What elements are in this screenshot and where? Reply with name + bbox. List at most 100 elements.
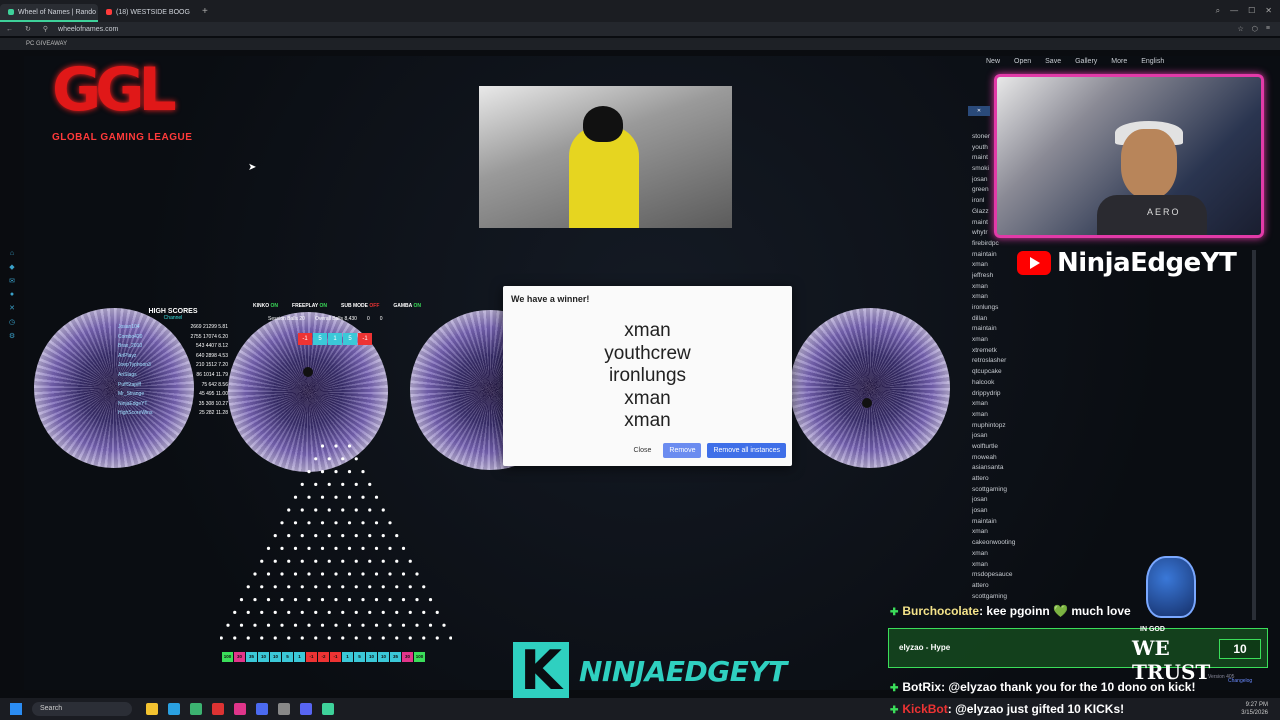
app-chrome-icon[interactable]: [190, 703, 202, 715]
toolbar-more-button[interactable]: More: [1111, 58, 1127, 65]
entry-item[interactable]: xman: [972, 292, 1042, 303]
toolbar-new-button[interactable]: New: [986, 58, 1000, 65]
kick-badge-icon: ✚: [890, 607, 899, 618]
plinko-peg: [320, 495, 325, 499]
sidebar-app-icon[interactable]: ●: [10, 291, 14, 298]
plinko-peg: [239, 598, 244, 602]
start-button[interactable]: [10, 703, 22, 715]
sidebar-home-icon[interactable]: ⌂: [10, 250, 14, 257]
entry-item[interactable]: muphintopz: [972, 421, 1042, 432]
maximize-icon[interactable]: ☐: [1248, 6, 1255, 16]
entry-item[interactable]: josan: [972, 495, 1042, 506]
entry-item[interactable]: retroslasher: [972, 356, 1042, 367]
app-file-explorer-icon[interactable]: [146, 703, 158, 715]
reload-icon[interactable]: ↻: [19, 25, 37, 33]
entry-item[interactable]: xman: [972, 282, 1042, 293]
remove-button[interactable]: Remove: [663, 443, 702, 458]
entry-item[interactable]: Glazz: [972, 207, 1042, 218]
app-browser-icon[interactable]: [322, 703, 334, 715]
entry-item[interactable]: scottgaming: [972, 592, 1042, 603]
sidebar-gear-icon[interactable]: ⚙: [9, 332, 15, 340]
entry-item[interactable]: youth: [972, 143, 1042, 154]
entry-item[interactable]: xtremetk: [972, 346, 1042, 357]
app-video-icon[interactable]: [234, 703, 246, 715]
entry-item[interactable]: qtcupcake: [972, 367, 1042, 378]
entry-item[interactable]: xman: [972, 260, 1042, 271]
sidebar-clock-icon[interactable]: ◷: [9, 318, 15, 326]
plinko-slot: 1: [342, 652, 353, 662]
entry-item[interactable]: stoner: [972, 132, 1042, 143]
counter-cell: 1: [328, 333, 342, 345]
close-button[interactable]: Close: [627, 444, 657, 457]
entries-list[interactable]: stoner youth maint smoki josan green ironl Glaz…: [972, 132, 1042, 602]
url-field[interactable]: wheelofnames.com: [58, 26, 118, 33]
entry-item[interactable]: xman: [972, 399, 1042, 410]
toolbar-gallery-button[interactable]: Gallery: [1075, 58, 1097, 65]
entry-item[interactable]: xman: [972, 549, 1042, 560]
entry-item[interactable]: maintain: [972, 324, 1042, 335]
entry-item[interactable]: xman: [972, 335, 1042, 346]
entry-item[interactable]: josan: [972, 175, 1042, 186]
entry-item[interactable]: xman: [972, 527, 1042, 538]
sidebar-bag-icon[interactable]: ◆: [9, 263, 14, 271]
menu-icon[interactable]: ≡: [1266, 25, 1270, 33]
entry-item[interactable]: maint: [972, 218, 1042, 229]
entry-item[interactable]: jeffresh: [972, 271, 1042, 282]
app-obs-icon[interactable]: [278, 703, 290, 715]
app-edge-icon[interactable]: [168, 703, 180, 715]
plinko-peg: [347, 521, 352, 525]
toolbar-save-button[interactable]: Save: [1045, 58, 1061, 65]
tab-westside[interactable]: (18) WESTSIDE BOOG: [98, 4, 196, 22]
minimize-icon[interactable]: —: [1230, 6, 1238, 16]
taskbar-search[interactable]: Search: [32, 702, 132, 716]
wheel-4[interactable]: [790, 308, 950, 468]
entry-item[interactable]: cakeonwooting: [972, 538, 1042, 549]
back-icon[interactable]: ←: [0, 26, 19, 33]
entry-item[interactable]: smoki: [972, 164, 1042, 175]
entry-item[interactable]: ironlungs: [972, 303, 1042, 314]
toolbar-language-button[interactable]: English: [1141, 58, 1164, 65]
entry-item[interactable]: msdopesauce: [972, 570, 1042, 581]
app-capture-icon[interactable]: [212, 703, 224, 715]
shuffle-icon[interactable]: ✕: [968, 106, 990, 116]
toolbar-open-button[interactable]: Open: [1014, 58, 1031, 65]
extensions-icon[interactable]: ⬡: [1252, 25, 1258, 33]
entry-item[interactable]: maintain: [972, 517, 1042, 528]
entry-item[interactable]: josan: [972, 431, 1042, 442]
plinko-peg: [368, 610, 372, 614]
system-tray[interactable]: 9:27 PM 3/15/2026: [1241, 701, 1280, 717]
entry-item[interactable]: wolfturtle: [972, 442, 1042, 453]
app-vscode-icon[interactable]: [256, 703, 268, 715]
entry-item[interactable]: dillan: [972, 314, 1042, 325]
close-window-icon[interactable]: ✕: [1265, 6, 1272, 16]
entry-item[interactable]: ironl: [972, 196, 1042, 207]
entry-item[interactable]: halcook: [972, 378, 1042, 389]
bookmark-item[interactable]: PC GIVEAWAY: [26, 41, 67, 47]
search-tabs-icon[interactable]: ⌕: [1216, 6, 1220, 16]
entry-item[interactable]: attero: [972, 581, 1042, 592]
entry-item[interactable]: moweah: [972, 453, 1042, 464]
sidebar-chat-icon[interactable]: ✉: [9, 277, 15, 285]
entry-item[interactable]: scottgaming: [972, 485, 1042, 496]
remove-all-instances-button[interactable]: Remove all instances: [707, 443, 786, 458]
entry-item[interactable]: xman: [972, 560, 1042, 571]
entry-item[interactable]: asiansanta: [972, 463, 1042, 474]
entry-item[interactable]: firebirdpc: [972, 239, 1042, 250]
bookmark-icon[interactable]: ☆: [1238, 25, 1244, 33]
entry-item[interactable]: josan: [972, 506, 1042, 517]
entry-item[interactable]: maintain: [972, 250, 1042, 261]
changelog-link[interactable]: Changelog: [1228, 678, 1252, 684]
high-score-values: 45 495 11.00: [199, 391, 228, 398]
entries-scrollbar[interactable]: [1252, 250, 1256, 620]
entry-item[interactable]: green: [972, 185, 1042, 196]
entry-item[interactable]: xman: [972, 410, 1042, 421]
entry-item[interactable]: whytr: [972, 228, 1042, 239]
tab-wheel-of-names[interactable]: Wheel of Names | Rando: [0, 3, 98, 22]
site-info-icon[interactable]: ⚲: [37, 25, 54, 33]
sidebar-x-icon[interactable]: ✕: [9, 304, 15, 312]
new-tab-icon[interactable]: +: [196, 6, 214, 17]
app-discord-icon[interactable]: [300, 703, 312, 715]
entry-item[interactable]: maint: [972, 153, 1042, 164]
entry-item[interactable]: attero: [972, 474, 1042, 485]
entry-item[interactable]: drippydrip: [972, 389, 1042, 400]
